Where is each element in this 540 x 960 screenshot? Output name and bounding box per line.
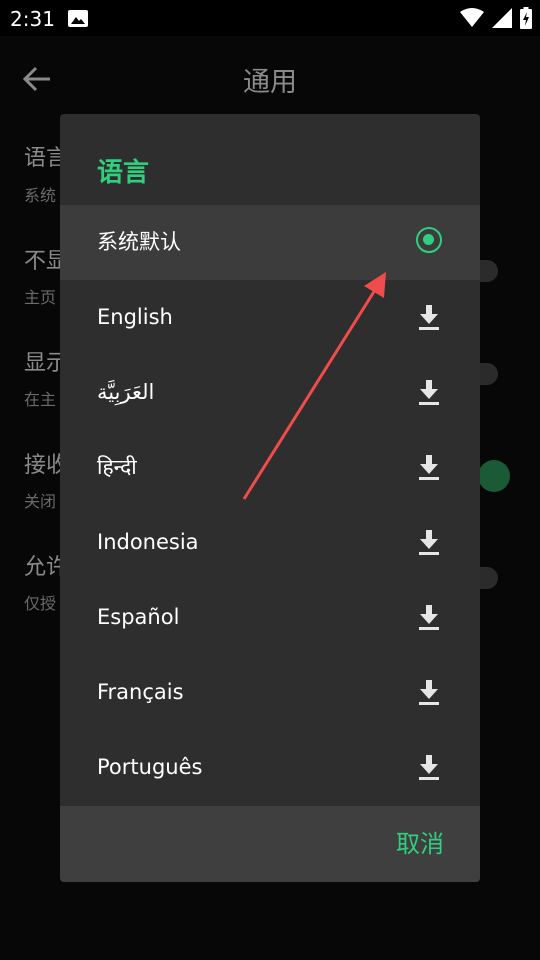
language-option-label: العَرَبِيَّة bbox=[97, 380, 155, 404]
download-icon[interactable] bbox=[418, 530, 440, 556]
language-dialog: 语言 系统默认 English العَرَبِيَّة हिन्दी Indo… bbox=[60, 114, 480, 882]
language-option-label: Français bbox=[97, 680, 184, 704]
signal-icon bbox=[492, 8, 512, 28]
language-option-arabic[interactable]: العَرَبِيَّة bbox=[60, 355, 480, 430]
language-option-label: Português bbox=[97, 755, 203, 779]
language-option-label: हिन्दी bbox=[97, 455, 137, 479]
wifi-icon bbox=[460, 8, 484, 27]
language-option-system-default[interactable]: 系统默认 bbox=[60, 205, 480, 280]
status-icons bbox=[460, 7, 532, 29]
download-icon[interactable] bbox=[418, 680, 440, 706]
download-icon[interactable] bbox=[418, 455, 440, 481]
setting-3-subtitle: 在主 bbox=[24, 390, 57, 409]
setting-4-toggle[interactable] bbox=[478, 460, 510, 492]
page-title: 通用 bbox=[243, 67, 297, 98]
language-option-label: English bbox=[97, 305, 173, 329]
language-option-hindi[interactable]: हिन्दी bbox=[60, 430, 480, 505]
cancel-button[interactable]: 取消 bbox=[396, 824, 444, 859]
dialog-footer: 取消 bbox=[60, 806, 480, 882]
setting-language-subtitle: 系统 bbox=[24, 186, 57, 205]
setting-5-subtitle: 仅授 bbox=[24, 594, 57, 613]
download-icon[interactable] bbox=[418, 380, 440, 406]
download-icon[interactable] bbox=[418, 755, 440, 781]
language-option-english[interactable]: English bbox=[60, 280, 480, 355]
radio-selected-icon[interactable] bbox=[416, 227, 442, 253]
language-option-portugues[interactable]: Português bbox=[60, 730, 480, 805]
dialog-title: 语言 bbox=[97, 158, 150, 188]
status-bar: 2:31 bbox=[0, 0, 540, 36]
language-option-francais[interactable]: Français bbox=[60, 655, 480, 730]
language-option-label: 系统默认 bbox=[97, 230, 181, 254]
language-option-espanol[interactable]: Español bbox=[60, 580, 480, 655]
language-option-label: Indonesia bbox=[97, 530, 199, 554]
language-option-label: Español bbox=[97, 605, 180, 629]
setting-2-subtitle: 主页 bbox=[24, 288, 57, 307]
language-option-indonesia[interactable]: Indonesia bbox=[60, 505, 480, 580]
setting-4-subtitle: 关闭 bbox=[24, 492, 57, 511]
image-notification-icon bbox=[68, 10, 88, 27]
download-icon[interactable] bbox=[418, 605, 440, 631]
battery-icon bbox=[520, 7, 532, 29]
download-icon[interactable] bbox=[418, 305, 440, 331]
status-time: 2:31 bbox=[10, 7, 55, 31]
